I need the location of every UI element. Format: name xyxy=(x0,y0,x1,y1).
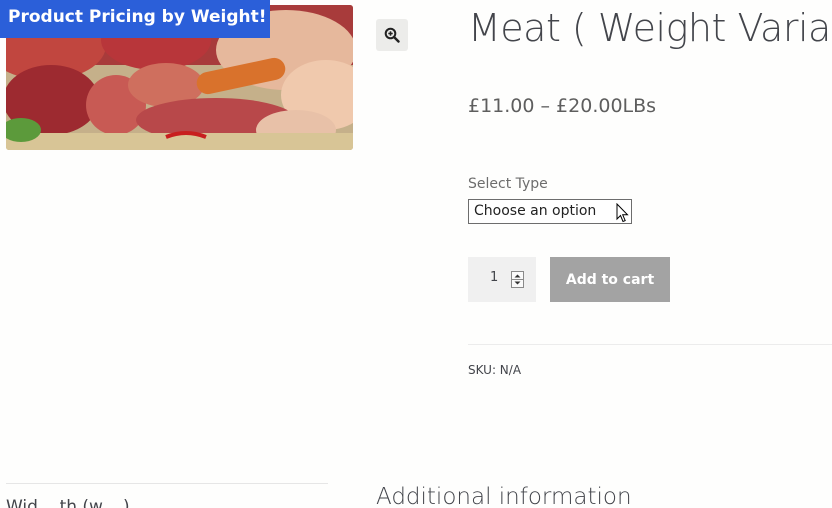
quantity-value: 1 xyxy=(490,270,499,285)
price-range: £11.00 – £20.00LBs xyxy=(468,95,657,117)
tabs-divider xyxy=(6,483,328,484)
promo-banner: Product Pricing by Weight! xyxy=(0,0,270,38)
add-to-cart-button[interactable]: Add to cart xyxy=(550,257,670,302)
zoom-in-icon xyxy=(384,27,400,43)
zoom-button[interactable] xyxy=(376,19,408,51)
product-page: Product Pricing by Weight! Meat ( Weight… xyxy=(0,0,832,508)
stepper-arrows-icon xyxy=(512,274,523,285)
sku-text: SKU: N/A xyxy=(468,363,522,377)
tab-partial[interactable]: Wid... th (w... ) xyxy=(6,497,130,508)
meta-divider xyxy=(468,344,832,345)
quantity-stepper[interactable] xyxy=(511,271,524,288)
additional-information-heading: Additional information xyxy=(376,484,632,508)
mouse-cursor-icon xyxy=(616,203,629,223)
select-type-label: Select Type xyxy=(468,176,548,192)
product-title: Meat ( Weight Variable) xyxy=(468,6,832,50)
select-type-dropdown[interactable]: Choose an option xyxy=(468,199,632,224)
quantity-field[interactable]: 1 xyxy=(468,257,536,302)
